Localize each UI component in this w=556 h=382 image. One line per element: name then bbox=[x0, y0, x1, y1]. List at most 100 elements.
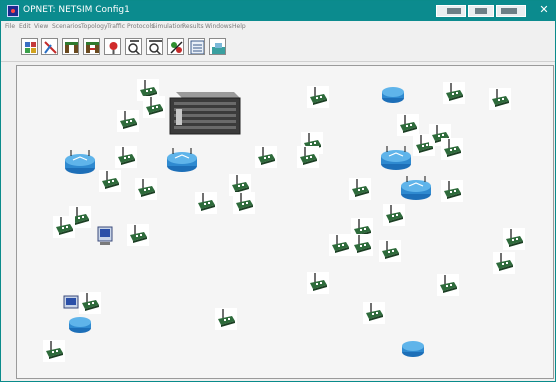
workstation-icon bbox=[444, 181, 461, 199]
workstation-node[interactable] bbox=[503, 228, 525, 250]
workstation-node[interactable] bbox=[349, 178, 371, 200]
workstation-icon bbox=[446, 83, 463, 101]
server-2[interactable] bbox=[63, 295, 79, 313]
workstation-icon bbox=[382, 241, 399, 259]
workstation-node[interactable] bbox=[443, 82, 465, 104]
router-5[interactable] bbox=[380, 84, 406, 104]
workstation-node[interactable] bbox=[297, 146, 319, 168]
open-palette-button[interactable] bbox=[21, 38, 38, 55]
simulation-button[interactable] bbox=[167, 38, 184, 55]
app-window: OPNET: NETSIM Config1 ✕ File Edit View S… bbox=[0, 0, 556, 382]
menu-help[interactable]: Help bbox=[232, 21, 246, 33]
open-palette-icon bbox=[25, 42, 36, 53]
workstation-node[interactable] bbox=[43, 340, 65, 362]
project-workspace[interactable] bbox=[16, 65, 554, 379]
close-button[interactable]: ✕ bbox=[537, 3, 551, 17]
title-minimap-1[interactable] bbox=[436, 5, 466, 17]
workstation-node[interactable] bbox=[441, 180, 463, 202]
title-minimap-3[interactable] bbox=[496, 5, 526, 17]
menu-windows[interactable]: Windows bbox=[205, 21, 232, 33]
recover-link-button[interactable] bbox=[104, 38, 121, 55]
workstation-icon bbox=[236, 193, 253, 211]
verify-links-button[interactable] bbox=[62, 38, 79, 55]
workstation-node[interactable] bbox=[143, 96, 165, 118]
app-icon[interactable] bbox=[7, 5, 19, 17]
workstation-node[interactable] bbox=[135, 178, 157, 200]
workstation-icon bbox=[332, 235, 349, 253]
zoom-button[interactable] bbox=[125, 38, 142, 55]
hide-graphs-button[interactable] bbox=[209, 38, 226, 55]
router-icon bbox=[402, 341, 424, 357]
menu-results[interactable]: Results bbox=[182, 21, 204, 33]
workstation-node[interactable] bbox=[363, 302, 385, 324]
workstation-icon bbox=[258, 147, 275, 165]
router-7[interactable] bbox=[400, 338, 426, 358]
workstation-icon bbox=[366, 303, 383, 321]
router-4[interactable] bbox=[399, 174, 433, 202]
workstation-node[interactable] bbox=[307, 272, 329, 294]
menu-file[interactable]: File bbox=[5, 21, 15, 33]
zoom-out-icon bbox=[149, 40, 162, 54]
view-results-button[interactable] bbox=[188, 38, 205, 55]
menu-view[interactable]: View bbox=[34, 21, 48, 33]
menu-simulation[interactable]: Simulation bbox=[152, 21, 184, 33]
router-2[interactable] bbox=[165, 146, 199, 174]
menu-protocols[interactable]: Protocols bbox=[127, 21, 154, 33]
switch-icon bbox=[169, 92, 241, 135]
workstation-icon bbox=[118, 147, 135, 165]
router-6[interactable] bbox=[67, 314, 93, 334]
router-3[interactable] bbox=[379, 144, 413, 172]
workstation-node[interactable] bbox=[493, 252, 515, 274]
workstation-node[interactable] bbox=[441, 138, 463, 160]
workstation-node[interactable] bbox=[99, 170, 121, 192]
zoom-out-button[interactable] bbox=[146, 38, 163, 55]
menu-scenarios[interactable]: Scenarios bbox=[52, 21, 81, 33]
menu-edit[interactable]: Edit bbox=[19, 21, 31, 33]
switch-chassis[interactable] bbox=[168, 86, 242, 136]
workstation-node[interactable] bbox=[383, 204, 405, 226]
title-minimap-2[interactable] bbox=[468, 5, 494, 17]
workstation-node[interactable] bbox=[195, 192, 217, 214]
workstation-node[interactable] bbox=[115, 146, 137, 168]
workstation-node[interactable] bbox=[379, 240, 401, 262]
workstation-node[interactable] bbox=[255, 146, 277, 168]
hide-graphs-icon bbox=[212, 43, 225, 54]
workstation-icon bbox=[102, 171, 119, 189]
workstation-node[interactable] bbox=[437, 274, 459, 296]
server-icon bbox=[63, 295, 79, 309]
server-icon bbox=[97, 226, 113, 245]
workstation-node[interactable] bbox=[215, 308, 237, 330]
router-1[interactable] bbox=[63, 148, 97, 176]
workstation-icon bbox=[82, 293, 99, 311]
workstation-icon bbox=[120, 111, 137, 129]
workstation-node[interactable] bbox=[79, 292, 101, 314]
view-results-icon bbox=[190, 40, 204, 54]
workstation-node[interactable] bbox=[351, 234, 373, 256]
workstation-icon bbox=[310, 87, 327, 105]
router-icon bbox=[381, 146, 411, 170]
workstation-node[interactable] bbox=[307, 86, 329, 108]
server-1[interactable] bbox=[97, 226, 113, 246]
workstation-icon bbox=[146, 97, 163, 115]
configure-link-button[interactable] bbox=[41, 38, 58, 55]
fail-link-button[interactable] bbox=[83, 38, 100, 55]
workstation-node[interactable] bbox=[397, 114, 419, 136]
workstation-icon bbox=[444, 139, 461, 157]
workstation-node[interactable] bbox=[117, 110, 139, 132]
menu-traffic[interactable]: Traffic bbox=[107, 21, 125, 33]
workstation-node[interactable] bbox=[489, 88, 511, 110]
workstation-icon bbox=[56, 217, 73, 235]
workstation-node[interactable] bbox=[233, 192, 255, 214]
workstation-node[interactable] bbox=[53, 216, 75, 238]
workstation-icon bbox=[440, 275, 457, 293]
menu-bar: File Edit View Scenarios Topology Traffi… bbox=[1, 21, 555, 33]
workstation-node[interactable] bbox=[127, 224, 149, 246]
toolbar bbox=[1, 33, 555, 62]
workstation-icon bbox=[496, 253, 513, 271]
router-icon bbox=[382, 87, 404, 103]
workstation-icon bbox=[310, 273, 327, 291]
menu-topology[interactable]: Topology bbox=[81, 21, 108, 33]
workstation-node[interactable] bbox=[329, 234, 351, 256]
verify-links-icon bbox=[65, 42, 78, 53]
fail-link-icon bbox=[86, 42, 99, 53]
